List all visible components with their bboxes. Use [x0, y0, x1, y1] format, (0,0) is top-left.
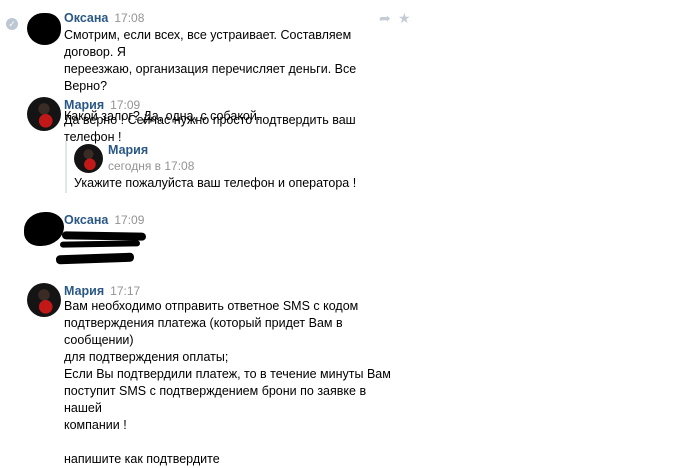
message-header: Оксана 17:09 [64, 213, 144, 227]
redaction-mark [59, 240, 141, 248]
message-header: Оксана 17:08 [64, 11, 144, 25]
message-line: поступит SMS с подтверждением брони по з… [64, 384, 367, 415]
avatar[interactable] [24, 212, 64, 246]
message-line: подтверждения платежа (который придет Ва… [64, 316, 343, 347]
message-time[interactable]: 17:08 [114, 11, 144, 25]
message-header: Мария 17:09 [64, 98, 140, 112]
forwarded-header: Мария сегодня в 17:08 [108, 143, 194, 173]
avatar[interactable] [74, 144, 103, 173]
avatar[interactable] [27, 283, 61, 317]
message-line: Вам необходимо отправить ответное SMS с … [64, 299, 359, 313]
reply-icon[interactable]: ➦ [379, 11, 391, 25]
message-line: Если Вы подтвердили платеж, то в течение… [64, 367, 391, 381]
message-line-blank [64, 434, 394, 451]
author-name[interactable]: Мария [108, 143, 194, 157]
avatar[interactable] [27, 97, 61, 131]
author-name[interactable]: Оксана [64, 213, 108, 227]
message-line: напишите как подтвердите [64, 452, 220, 466]
star-icon[interactable]: ★ [398, 11, 411, 25]
message-line: компании ! [64, 418, 127, 432]
forward-bar [65, 141, 67, 193]
message-time[interactable]: 17:09 [114, 213, 144, 227]
message-line: для подтверждения оплаты; [64, 350, 229, 364]
redaction-mark [61, 231, 147, 241]
message-text: Да верно ! Сейчас нужно просто подтверди… [64, 113, 356, 144]
message-header: Мария 17:17 [64, 284, 140, 298]
author-name[interactable]: Оксана [64, 11, 108, 25]
message-line: переезжаю, организация перечисляет деньг… [64, 62, 357, 93]
forwarded-text: Укажите пожалуйста ваш телефон и операто… [74, 176, 357, 190]
redaction-mark [55, 252, 135, 265]
check-icon[interactable]: ✓ [6, 18, 18, 30]
author-name[interactable]: Мария [64, 98, 104, 112]
author-name[interactable]: Мария [64, 284, 104, 298]
message-text: Вам необходимо отправить ответное SMS с … [64, 298, 394, 468]
message-time[interactable]: 17:09 [110, 98, 140, 112]
message-time[interactable]: сегодня в 17:08 [108, 159, 194, 173]
message-line: Смотрим, если всех, все устраивает. Сост… [64, 28, 352, 59]
message-time[interactable]: 17:17 [110, 284, 140, 298]
avatar[interactable] [27, 13, 61, 45]
